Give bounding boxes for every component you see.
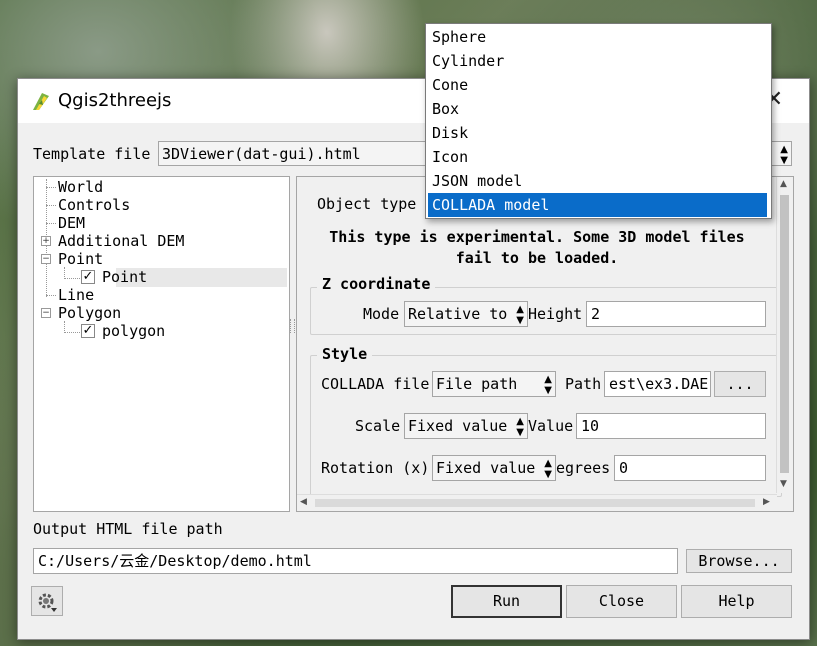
horizontal-scrollbar[interactable]: ◀ ▶ bbox=[297, 494, 777, 511]
close-button[interactable]: Close bbox=[566, 585, 677, 618]
updown-arrow-icon: ▲ ▼ bbox=[516, 304, 524, 326]
updown-arrow-icon: ▲ ▼ bbox=[544, 374, 552, 396]
option-sphere[interactable]: Sphere bbox=[428, 25, 767, 49]
updown-arrow-icon: ▲ ▼ bbox=[544, 458, 552, 480]
object-type-dropdown-list: Sphere Cylinder Cone Box Disk Icon JSON … bbox=[425, 23, 772, 219]
path-input[interactable]: est\ex3.DAE bbox=[604, 371, 711, 397]
expand-plus-icon[interactable]: + bbox=[41, 236, 51, 246]
vertical-scroll-thumb[interactable] bbox=[780, 195, 789, 473]
rotation-select[interactable]: Fixed value ▲ ▼ bbox=[432, 455, 556, 481]
option-collada-model[interactable]: COLLADA model bbox=[428, 193, 767, 217]
collada-file-select[interactable]: File path ▲ ▼ bbox=[432, 371, 556, 397]
template-file-value: 3DViewer(dat-gui).html bbox=[162, 145, 361, 163]
output-browse-button[interactable]: Browse... bbox=[686, 549, 792, 573]
option-box[interactable]: Box bbox=[428, 97, 767, 121]
help-button[interactable]: Help bbox=[681, 585, 792, 618]
output-path-label: Output HTML file path bbox=[33, 520, 223, 538]
degrees-input[interactable]: 0 bbox=[614, 455, 766, 481]
updown-arrow-icon: ▲ ▼ bbox=[780, 144, 788, 166]
option-disk[interactable]: Disk bbox=[428, 121, 767, 145]
scroll-right-icon[interactable]: ▶ bbox=[763, 497, 770, 507]
run-button[interactable]: Run bbox=[451, 585, 562, 618]
value-label: Value bbox=[528, 417, 574, 435]
tree-item-point-group[interactable]: Point bbox=[58, 250, 103, 268]
scale-value-input[interactable]: 10 bbox=[576, 413, 766, 439]
tree-item-polygon-group[interactable]: Polygon bbox=[58, 304, 121, 322]
polygon-layer-checkbox[interactable]: ✓ bbox=[81, 324, 95, 338]
settings-menu-button[interactable] bbox=[31, 586, 63, 616]
layer-tree: World Controls DEM + Additional DEM − Po… bbox=[33, 176, 290, 512]
qgis-logo-icon bbox=[33, 93, 49, 110]
tree-item-dem[interactable]: DEM bbox=[58, 214, 85, 232]
collada-file-label: COLLADA file bbox=[321, 375, 430, 393]
style-title: Style bbox=[317, 345, 373, 363]
window-title: Qgis2threejs bbox=[58, 90, 172, 111]
path-browse-button[interactable]: ... bbox=[714, 371, 766, 397]
collapse-minus-icon[interactable]: − bbox=[41, 254, 51, 264]
height-input[interactable]: 2 bbox=[586, 301, 766, 327]
scroll-up-icon[interactable]: ▲ bbox=[780, 179, 787, 189]
height-label: Height bbox=[528, 305, 583, 323]
mode-label: Mode bbox=[363, 305, 400, 323]
vertical-scrollbar[interactable]: ▲ ▼ bbox=[776, 177, 793, 493]
properties-panel: Object type This type is experimental. S… bbox=[296, 176, 794, 512]
tree-item-additional-dem[interactable]: Additional DEM bbox=[58, 232, 184, 250]
point-layer-checkbox[interactable]: ✓ bbox=[81, 270, 95, 284]
path-label: Path bbox=[565, 375, 602, 393]
object-type-label: Object type bbox=[317, 195, 417, 213]
rotation-x-label: Rotation (x) bbox=[321, 459, 430, 477]
gear-icon bbox=[38, 593, 57, 612]
splitter-handle[interactable] bbox=[290, 319, 295, 333]
template-file-label: Template file bbox=[33, 145, 151, 163]
z-coordinate-title: Z coordinate bbox=[317, 275, 436, 293]
output-path-input[interactable]: C:/Users/云金/Desktop/demo.html bbox=[33, 548, 678, 574]
option-cylinder[interactable]: Cylinder bbox=[428, 49, 767, 73]
option-cone[interactable]: Cone bbox=[428, 73, 767, 97]
scroll-down-icon[interactable]: ▼ bbox=[780, 479, 787, 489]
option-json-model[interactable]: JSON model bbox=[428, 169, 767, 193]
tree-item-point-layer[interactable]: Point bbox=[102, 268, 147, 286]
collapse-minus-icon[interactable]: − bbox=[41, 308, 51, 318]
tree-item-world[interactable]: World bbox=[58, 178, 103, 196]
scroll-left-icon[interactable]: ◀ bbox=[300, 497, 307, 507]
updown-arrow-icon: ▲ ▼ bbox=[516, 416, 524, 438]
mode-select[interactable]: Relative to ▲ ▼ bbox=[404, 301, 528, 327]
experimental-warning: This type is experimental. Some 3D model… bbox=[329, 228, 745, 267]
scale-label: Scale bbox=[355, 417, 401, 435]
horizontal-scroll-thumb[interactable] bbox=[315, 499, 755, 507]
tree-item-line[interactable]: Line bbox=[58, 286, 94, 304]
degrees-label: egrees bbox=[556, 459, 611, 477]
option-icon[interactable]: Icon bbox=[428, 145, 767, 169]
tree-item-controls[interactable]: Controls bbox=[58, 196, 130, 214]
tree-item-polygon-layer[interactable]: polygon bbox=[102, 322, 165, 340]
scale-select[interactable]: Fixed value ▲ ▼ bbox=[404, 413, 528, 439]
